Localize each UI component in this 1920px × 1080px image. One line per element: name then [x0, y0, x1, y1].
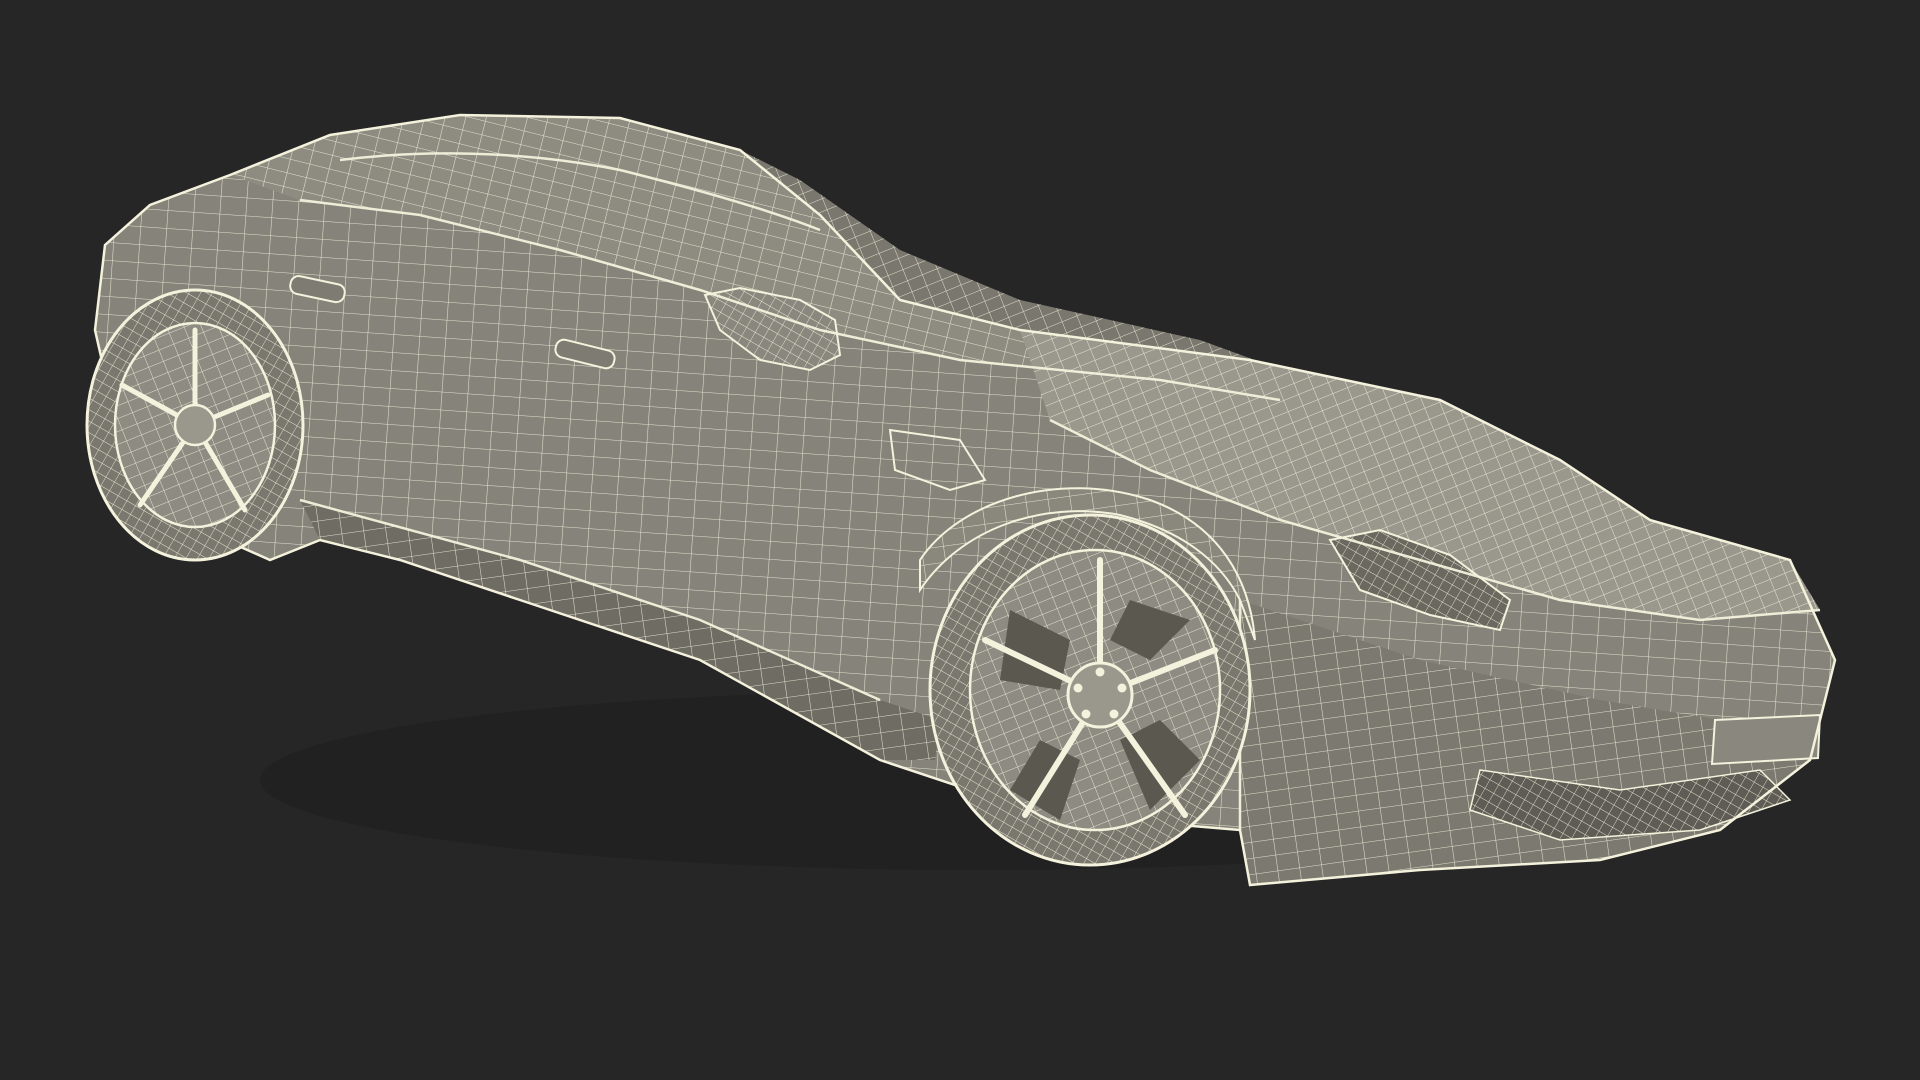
rear-wheel-hub [173, 403, 217, 447]
car-license-plate [1710, 713, 1822, 766]
render-viewport [0, 0, 1920, 1080]
car-wireframe-render [85, 113, 1837, 887]
rear-wheel [85, 288, 305, 562]
front-wheel [928, 513, 1252, 867]
